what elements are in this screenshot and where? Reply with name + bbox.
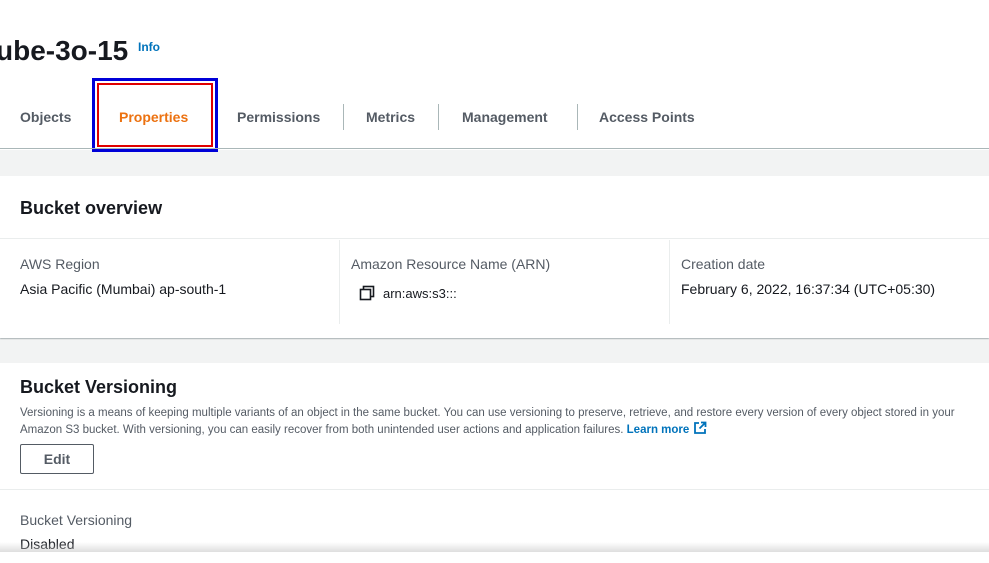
tabs-divider (0, 148, 989, 149)
arn-label: Amazon Resource Name (ARN) (351, 256, 551, 272)
column-divider (339, 240, 340, 324)
versioning-status-label: Bucket Versioning (20, 512, 133, 528)
creation-date-label: Creation date (681, 256, 766, 272)
bucket-versioning-panel: Bucket Versioning Versioning is a means … (0, 363, 989, 563)
tab-access-points[interactable]: Access Points (599, 96, 695, 142)
tab-separator (438, 104, 439, 130)
region-label: AWS Region (20, 256, 100, 272)
creation-date-field: Creation date February 6, 2022, 16:37:34… (681, 256, 935, 297)
bucket-overview-panel: Bucket overview AWS Region Asia Pacific … (0, 176, 989, 338)
info-link[interactable]: Info (138, 40, 160, 54)
region-value: Asia Pacific (Mumbai) ap-south-1 (20, 281, 227, 297)
tab-objects[interactable]: Objects (20, 96, 71, 142)
tab-metrics[interactable]: Metrics (366, 96, 415, 142)
column-divider (669, 240, 670, 324)
bucket-versioning-description: Versioning is a means of keeping multipl… (20, 405, 970, 438)
tab-permissions[interactable]: Permissions (237, 96, 320, 142)
arn-value: arn:aws:s3::: (383, 285, 457, 301)
arn-field: Amazon Resource Name (ARN) arn:aws:s3::: (351, 256, 550, 301)
tab-separator (577, 104, 578, 130)
bucket-overview-header: Bucket overview (0, 176, 989, 239)
bottom-shadow (0, 542, 989, 552)
page-title: ube-3o-15 (0, 35, 129, 62)
versioning-divider (0, 489, 989, 490)
creation-date-value: February 6, 2022, 16:37:34 (UTC+05:30) (681, 281, 936, 297)
edit-button[interactable]: Edit (20, 444, 94, 474)
external-link-icon[interactable] (693, 421, 707, 435)
bucket-overview-title: Bucket overview (20, 198, 163, 218)
bucket-versioning-title: Bucket Versioning (20, 377, 178, 397)
versioning-description-text: Versioning is a means of keeping multipl… (20, 407, 955, 436)
tab-highlight-annotation (92, 78, 218, 152)
tab-management[interactable]: Management (462, 96, 548, 142)
region-field: AWS Region Asia Pacific (Mumbai) ap-sout… (20, 256, 226, 297)
copy-icon[interactable] (359, 285, 375, 301)
page-header: ube-3o-15 Info Objects Properties Permis… (0, 0, 989, 152)
tab-separator (343, 104, 344, 130)
learn-more-link[interactable]: Learn more (627, 424, 690, 436)
